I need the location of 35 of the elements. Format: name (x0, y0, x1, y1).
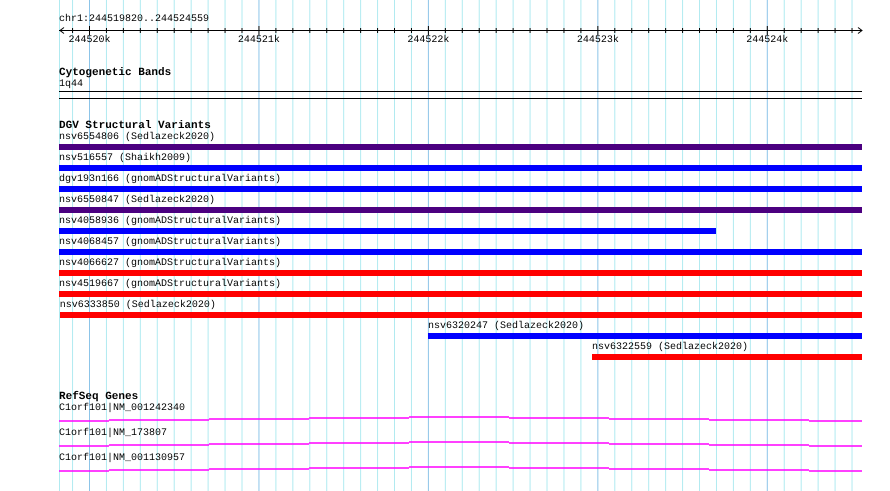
variant-label[interactable]: nsv6550847 (Sedlazeck2020) (59, 195, 216, 207)
tick-label: 244522k (407, 35, 450, 47)
band-label: 1q44 (59, 79, 84, 91)
variant-bar[interactable] (59, 144, 862, 150)
variant-bar[interactable] (59, 291, 862, 297)
tick-label: 244524k (746, 35, 788, 47)
track-title: DGV Structural Variants (59, 120, 211, 132)
gene-label[interactable]: C1orf101|NM_173807 (59, 428, 168, 440)
tick-label: 244520k (68, 35, 110, 47)
variant-label[interactable]: nsv4519667 (gnomADStructuralVariants) (59, 279, 282, 291)
location-label: chr1:244519820..244524559 (59, 14, 210, 26)
variant-bar[interactable] (59, 270, 862, 276)
variant-label[interactable]: nsv4066627 (gnomADStructuralVariants) (59, 258, 282, 270)
variant-bar[interactable] (428, 333, 862, 339)
variant-label[interactable]: nsv4068457 (gnomADStructuralVariants) (59, 237, 282, 249)
variant-label[interactable]: nsv6554806 (Sedlazeck2020) (59, 132, 216, 144)
variant-bar[interactable] (59, 165, 862, 171)
tick-label: 244523k (576, 35, 619, 47)
variant-bar[interactable] (59, 228, 716, 234)
variant-label[interactable]: nsv4058936 (gnomADStructuralVariants) (59, 216, 282, 228)
track-title: RefSeq Genes (59, 391, 138, 403)
variant-bar[interactable] (60, 312, 862, 318)
gene-label[interactable]: C1orf101|NM_001242340 (59, 403, 186, 415)
variant-bar[interactable] (592, 354, 862, 360)
gene-label[interactable]: C1orf101|NM_001130957 (59, 453, 186, 465)
variant-label[interactable]: nsv6333850 (Sedlazeck2020) (60, 300, 216, 312)
track-title: Cytogenetic Bands (59, 67, 172, 79)
variant-bar[interactable] (59, 186, 862, 192)
variant-label[interactable]: nsv516557 (Shaikh2009) (59, 153, 192, 165)
variant-bar[interactable] (59, 207, 862, 213)
variant-label[interactable]: nsv6322559 (Sedlazeck2020) (592, 342, 748, 354)
variant-label[interactable]: nsv6320247 (Sedlazeck2020) (428, 321, 584, 333)
variant-bar[interactable] (59, 249, 862, 255)
tick-label: 244521k (238, 35, 280, 47)
variant-label[interactable]: dgv193n166 (gnomADStructuralVariants) (59, 174, 282, 186)
